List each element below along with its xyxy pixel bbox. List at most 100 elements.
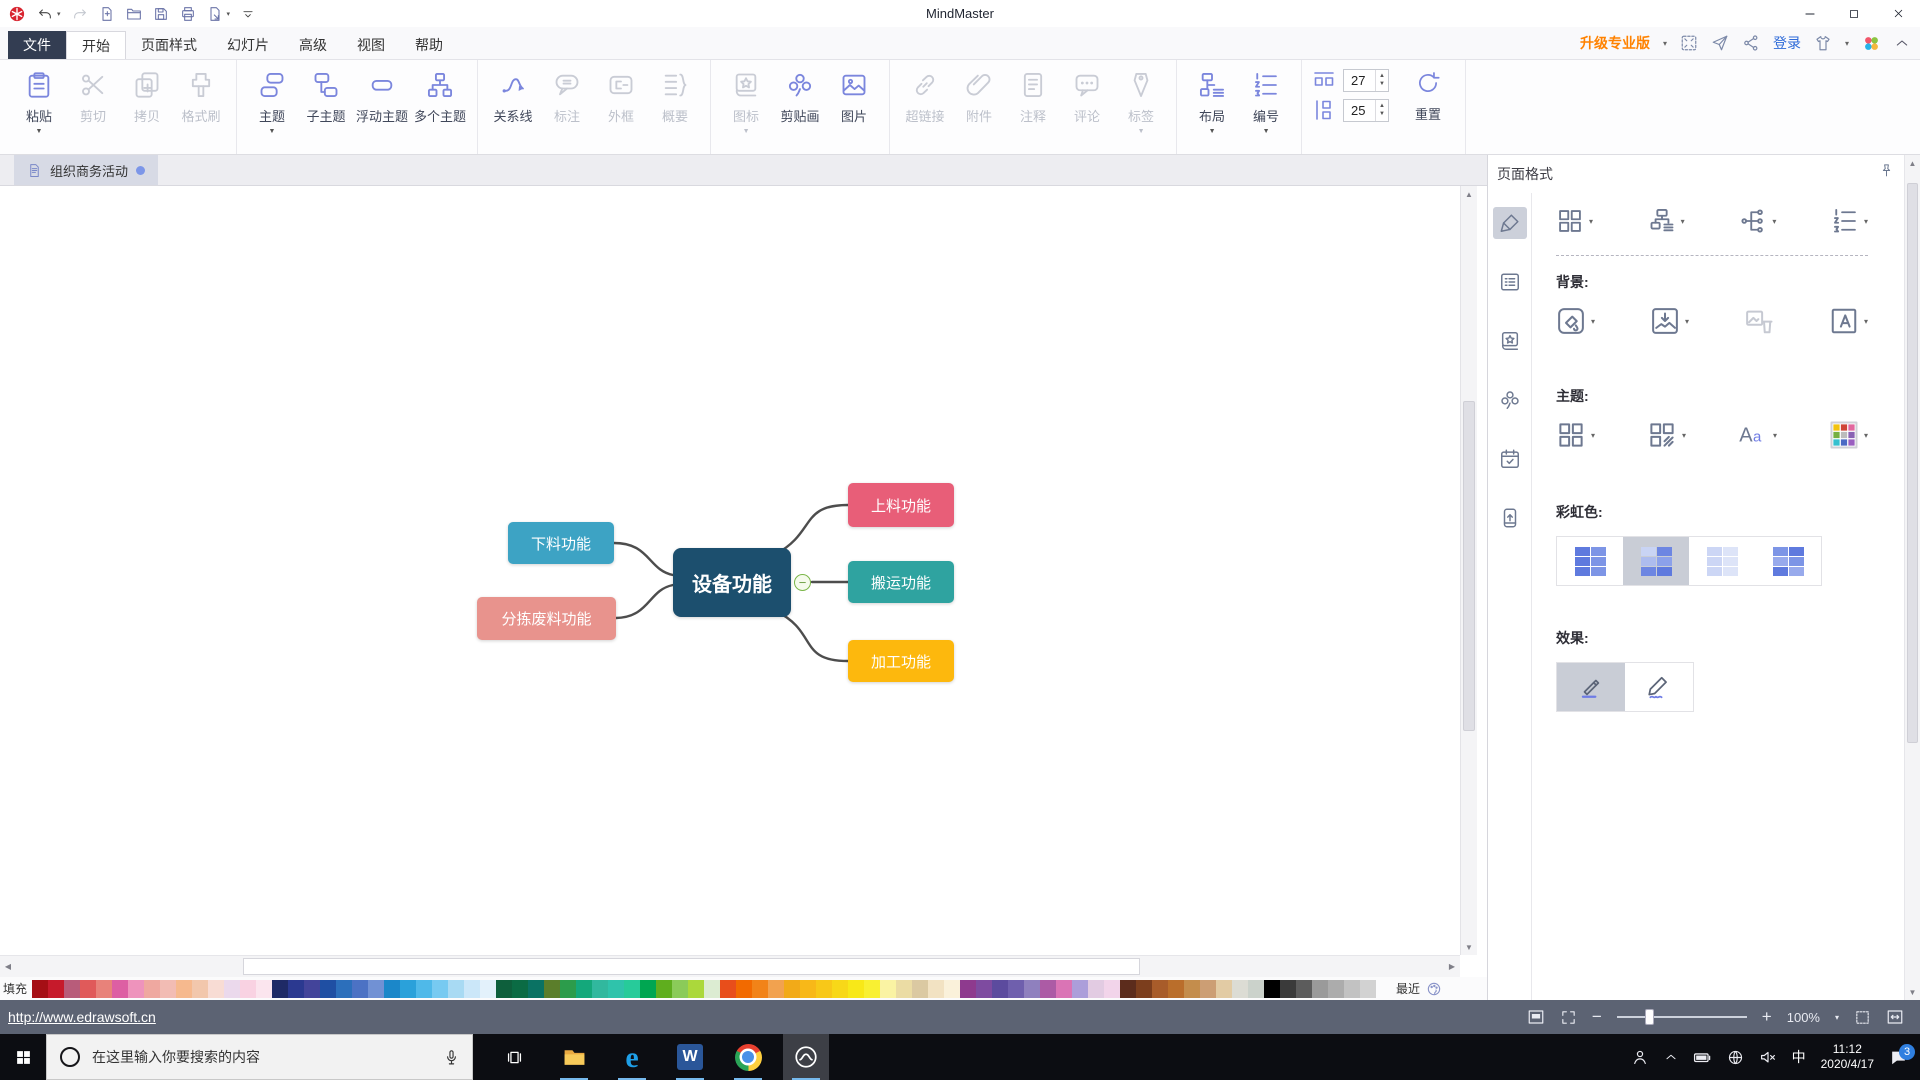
color-swatch[interactable] <box>320 980 336 998</box>
color-swatch[interactable] <box>1200 980 1216 998</box>
fit-width-icon[interactable] <box>1886 1008 1904 1026</box>
theme-button[interactable]: ▾ <box>1556 207 1593 235</box>
color-swatch[interactable] <box>416 980 432 998</box>
undo-dropdown-icon[interactable]: ▾ <box>57 10 61 18</box>
color-swatch[interactable] <box>1184 980 1200 998</box>
stepper-icons[interactable]: ▲▼ <box>1375 100 1388 121</box>
color-swatch[interactable] <box>1360 980 1376 998</box>
color-swatch[interactable] <box>1120 980 1136 998</box>
upgrade-dropdown-icon[interactable]: ▾ <box>1663 39 1667 48</box>
paste-button[interactable]: 粘贴▼ <box>12 70 66 136</box>
new-file-button[interactable] <box>99 6 115 22</box>
color-swatch[interactable] <box>1168 980 1184 998</box>
color-swatch[interactable] <box>240 980 256 998</box>
horizontal-spacing-input[interactable]: 27▲▼ <box>1343 69 1389 92</box>
subtopic-button[interactable]: 子主题 <box>299 70 353 136</box>
network-icon[interactable] <box>1727 1049 1744 1066</box>
mindmap-node-branch-banyun[interactable]: 搬运功能 <box>848 561 954 603</box>
menu-tab[interactable]: 文件 <box>8 31 66 59</box>
word-button[interactable]: W <box>667 1034 713 1080</box>
layout-button[interactable]: 布局▼ <box>1185 70 1239 136</box>
color-swatch[interactable] <box>944 980 960 998</box>
panel-scrollbar[interactable]: ▲ ▼ <box>1904 155 1920 1000</box>
edge-button[interactable]: e <box>609 1034 655 1080</box>
color-swatch[interactable] <box>528 980 544 998</box>
color-swatch[interactable] <box>1088 980 1104 998</box>
picture-button[interactable]: 图片 <box>827 70 881 136</box>
panel-scroll-up-icon[interactable]: ▲ <box>1905 155 1920 171</box>
slideshow-icon[interactable] <box>1527 1008 1545 1026</box>
close-button[interactable] <box>1876 0 1920 27</box>
mindmap-canvas[interactable]: 设备功能下料功能分拣废料功能上料功能搬运功能加工功能 − <box>0 186 1460 955</box>
maximize-button[interactable] <box>1832 0 1876 27</box>
menu-tab[interactable]: 帮助 <box>400 31 458 59</box>
menu-tab[interactable]: 高级 <box>284 31 342 59</box>
mindmap-node-center[interactable]: 设备功能 <box>673 548 791 617</box>
color-swatch[interactable] <box>544 980 560 998</box>
topic-button[interactable]: 主题▼ <box>245 70 299 136</box>
watermark-button[interactable]: ▾ <box>1829 306 1868 336</box>
color-swatch[interactable] <box>640 980 656 998</box>
color-swatch[interactable] <box>1216 980 1232 998</box>
numbering-button[interactable]: 编号▼ <box>1239 70 1293 136</box>
color-swatch[interactable] <box>720 980 736 998</box>
color-swatch[interactable] <box>576 980 592 998</box>
menu-tab[interactable]: 视图 <box>342 31 400 59</box>
color-swatch[interactable] <box>560 980 576 998</box>
color-swatch[interactable] <box>592 980 608 998</box>
zoom-out-button[interactable]: − <box>1592 1007 1602 1027</box>
hand-drawn-line-button[interactable] <box>1557 663 1625 711</box>
color-swatch[interactable] <box>688 980 704 998</box>
color-swatch[interactable] <box>336 980 352 998</box>
relationship-button[interactable]: 关系线 <box>486 70 540 136</box>
color-swatch[interactable] <box>176 980 192 998</box>
scroll-up-icon[interactable]: ▲ <box>1461 186 1477 202</box>
mindmaster-taskbar-button[interactable] <box>783 1034 829 1080</box>
rainbow-style-2-button[interactable] <box>1623 537 1689 585</box>
color-swatch[interactable] <box>352 980 368 998</box>
mindmap-node-branch-shangliao[interactable]: 上料功能 <box>848 483 954 527</box>
start-button[interactable] <box>0 1034 46 1080</box>
collapse-ribbon-icon[interactable] <box>1894 35 1910 51</box>
taskbar-clock[interactable]: 11:12 2020/4/17 <box>1821 1042 1874 1072</box>
color-swatch[interactable] <box>48 980 64 998</box>
color-swatch[interactable] <box>160 980 176 998</box>
horizontal-scroll-thumb[interactable] <box>243 958 1140 975</box>
background-fill-button[interactable]: ▾ <box>1556 306 1595 336</box>
customize-toolbar-button[interactable] <box>241 7 255 21</box>
rainbow-style-3-button[interactable] <box>1689 537 1755 585</box>
canvas-vertical-scrollbar[interactable]: ▲ ▼ <box>1460 186 1477 955</box>
color-swatch[interactable] <box>432 980 448 998</box>
menu-tab[interactable]: 幻灯片 <box>212 31 284 59</box>
color-swatch[interactable] <box>1280 980 1296 998</box>
notification-center-button[interactable]: 3 <box>1889 1048 1908 1067</box>
theme-variant-button[interactable]: ▾ <box>1647 420 1686 450</box>
panel-strip-outline[interactable] <box>1493 266 1527 298</box>
theme-font-button[interactable]: Aa▾ <box>1738 420 1777 450</box>
color-swatch[interactable] <box>848 980 864 998</box>
color-swatch[interactable] <box>192 980 208 998</box>
color-swatch[interactable] <box>464 980 480 998</box>
clipart-button[interactable]: 剪贴画 <box>773 70 827 136</box>
color-swatch[interactable] <box>96 980 112 998</box>
color-swatch[interactable] <box>1232 980 1248 998</box>
open-file-button[interactable] <box>126 6 142 22</box>
rainbow-style-4-button[interactable] <box>1755 537 1821 585</box>
login-button[interactable]: 登录 <box>1773 33 1801 53</box>
color-swatch[interactable] <box>1104 980 1120 998</box>
mindmap-node-branch-jiagong[interactable]: 加工功能 <box>848 640 954 682</box>
panel-strip-clipart-library[interactable] <box>1493 325 1527 357</box>
color-swatch[interactable] <box>128 980 144 998</box>
color-swatch[interactable] <box>480 980 496 998</box>
panel-strip-format-brush[interactable] <box>1493 207 1527 239</box>
show-hidden-icons[interactable] <box>1664 1050 1678 1064</box>
color-swatch[interactable] <box>1024 980 1040 998</box>
color-swatch[interactable] <box>1040 980 1056 998</box>
vertical-spacing-input[interactable]: 25▲▼ <box>1343 99 1389 122</box>
color-swatch[interactable] <box>1072 980 1088 998</box>
volume-muted-icon[interactable] <box>1759 1048 1777 1066</box>
color-swatch[interactable] <box>1136 980 1152 998</box>
print-button[interactable] <box>180 6 196 22</box>
scroll-right-icon[interactable]: ▶ <box>1444 956 1460 977</box>
color-swatch[interactable] <box>736 980 752 998</box>
